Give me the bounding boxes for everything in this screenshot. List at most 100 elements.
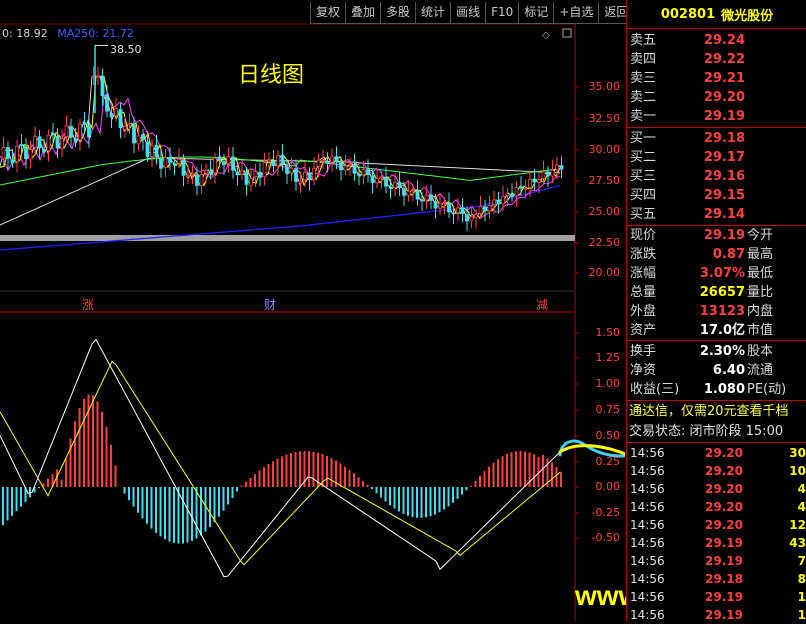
tick-volume: 30 bbox=[789, 446, 806, 460]
ask-row: 卖四 29.22 bbox=[627, 51, 806, 69]
candle-body bbox=[208, 171, 213, 175]
tick-time: 14:56 bbox=[630, 590, 665, 604]
row-label-2: 市值 bbox=[747, 323, 774, 338]
toolbar-button-1[interactable]: 叠加 bbox=[345, 2, 381, 24]
candle-body bbox=[325, 160, 330, 164]
row-value: 29.19 bbox=[703, 109, 745, 124]
row-value: 2.30% bbox=[699, 344, 745, 359]
candle-body bbox=[316, 159, 321, 167]
candle-body bbox=[442, 202, 447, 204]
candle-body bbox=[550, 169, 555, 177]
price-axis-label: 30.00 bbox=[588, 143, 621, 156]
ma-info-bar: 0: 18.92 MA250: 21.72 bbox=[2, 27, 134, 40]
ask-row: 卖三 29.21 bbox=[627, 70, 806, 88]
candle-body bbox=[303, 172, 307, 181]
candle-body bbox=[141, 134, 145, 140]
row-label: 收益(三) bbox=[630, 382, 680, 397]
row-value: 29.20 bbox=[703, 90, 745, 105]
diamond-icon[interactable]: ◇ bbox=[542, 30, 550, 41]
candle-body bbox=[114, 108, 118, 117]
quote-row: 涨幅 3.07% 最低 bbox=[627, 265, 806, 283]
bid-row: 买五 29.14 bbox=[627, 206, 806, 224]
candle-body bbox=[523, 187, 528, 190]
candle-body bbox=[375, 178, 379, 184]
row-label: 外盘 bbox=[630, 304, 657, 319]
event-marker[interactable]: 财 bbox=[264, 296, 276, 313]
row-label: 买三 bbox=[630, 169, 657, 184]
candle-body bbox=[501, 195, 505, 205]
candle-body bbox=[55, 136, 60, 149]
macd-axis-label: 0.00 bbox=[595, 480, 621, 493]
row-label: 卖四 bbox=[630, 52, 657, 67]
candle-body bbox=[231, 156, 235, 171]
candle-body bbox=[6, 147, 10, 159]
candle-body bbox=[136, 135, 141, 145]
macd-axis-label: -0.50 bbox=[591, 531, 620, 544]
row-value: 29.24 bbox=[703, 33, 745, 48]
candle-body bbox=[240, 170, 244, 175]
tick-time: 14:56 bbox=[630, 500, 665, 514]
stock-code: 002801 bbox=[660, 6, 716, 22]
chart-title: 日线图 bbox=[238, 63, 305, 88]
candle-body bbox=[424, 194, 429, 201]
tick-volume: 8 bbox=[797, 572, 806, 586]
candle-body bbox=[330, 156, 334, 163]
candle-body bbox=[370, 175, 375, 183]
macd-axis-label: 0.50 bbox=[595, 429, 621, 442]
toolbar-button-4[interactable]: 画线 bbox=[450, 2, 486, 24]
macd-axis-label: -0.25 bbox=[591, 506, 620, 519]
promo-banner[interactable]: 通达信，仅需20元查看千档 bbox=[627, 402, 806, 422]
tick-volume: 10 bbox=[789, 464, 806, 478]
candle-body bbox=[163, 157, 168, 168]
ma10-line bbox=[0, 75, 561, 221]
candle-body bbox=[348, 163, 352, 166]
candle-body bbox=[28, 149, 33, 160]
candle-body bbox=[469, 216, 474, 222]
candle-body bbox=[393, 181, 397, 188]
event-marker[interactable]: 减 bbox=[536, 296, 548, 313]
candle-body bbox=[541, 171, 546, 179]
row-label: 卖三 bbox=[630, 71, 657, 86]
kline-chart-area[interactable]: ◇ 复权 叠加 多股 统计 画线 F10 标记 +自选 返回 0: 18.92 MA250: 2… bbox=[0, 0, 773, 621]
candle-body bbox=[24, 146, 28, 160]
fundamental-row: 换手 2.30% 股本 bbox=[627, 343, 806, 361]
candle-body bbox=[46, 134, 51, 152]
price-axis-label: 27.50 bbox=[588, 174, 621, 187]
toolbar-button-6[interactable]: 标记 bbox=[518, 2, 554, 24]
ask-row: 卖五 29.24 bbox=[627, 32, 806, 50]
row-value: 29.17 bbox=[703, 150, 745, 165]
candle-body bbox=[271, 160, 276, 167]
row-label: 买五 bbox=[630, 207, 657, 222]
tick-volume: 7 bbox=[797, 554, 806, 568]
candle-body bbox=[478, 206, 483, 214]
candle-body bbox=[285, 166, 289, 174]
ma-value: 0: 18.92 bbox=[2, 27, 48, 40]
tick-price: 29.18 bbox=[705, 572, 743, 586]
candle-body bbox=[190, 173, 195, 176]
chart-toolbar: 复权 叠加 多股 统计 画线 F10 标记 +自选 返回 bbox=[310, 2, 634, 24]
candle-body bbox=[249, 178, 253, 186]
toolbar-button-3[interactable]: 统计 bbox=[415, 2, 451, 24]
tick-volume: 4 bbox=[797, 500, 806, 514]
toolbar-button-5[interactable]: F10 bbox=[485, 2, 519, 24]
peak-price-label: 38.50 bbox=[110, 43, 142, 56]
candle-body bbox=[397, 181, 402, 188]
stock-header[interactable]: 002801 微光股份 bbox=[627, 0, 806, 29]
candle-body bbox=[415, 190, 420, 200]
expand-icon[interactable] bbox=[562, 28, 572, 38]
divider bbox=[627, 400, 806, 401]
candle-body bbox=[298, 180, 303, 184]
candle-body bbox=[253, 171, 258, 178]
candle-body bbox=[546, 171, 550, 177]
event-marker[interactable]: 涨 bbox=[82, 296, 94, 313]
tick-row: 14:56 29.18 8 bbox=[627, 570, 806, 588]
toolbar-button-7[interactable]: +自选 bbox=[553, 2, 599, 24]
row-label-2: 内盘 bbox=[747, 304, 774, 319]
toolbar-button-2[interactable]: 多股 bbox=[380, 2, 416, 24]
candle-body bbox=[559, 165, 564, 170]
candle-body bbox=[19, 144, 24, 147]
tick-row: 14:56 29.19 1 bbox=[627, 606, 806, 624]
toolbar-button-0[interactable]: 复权 bbox=[310, 2, 346, 24]
row-label: 买四 bbox=[630, 188, 657, 203]
bid-row: 买二 29.17 bbox=[627, 149, 806, 167]
